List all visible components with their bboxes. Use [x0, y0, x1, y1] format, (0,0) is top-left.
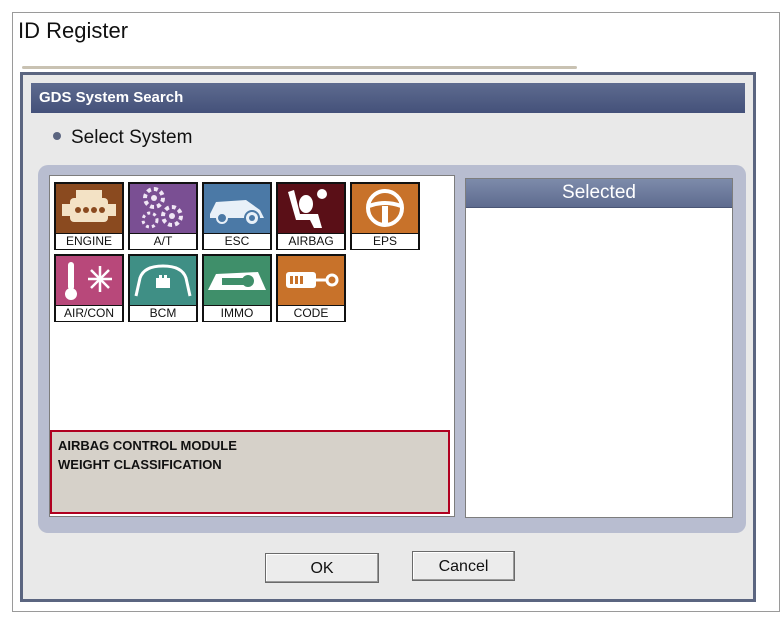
immobilizer-key-icon	[204, 256, 270, 305]
system-description-box: AIRBAG CONTROL MODULE WEIGHT CLASSIFICAT…	[50, 430, 450, 514]
system-label: AIRBAG	[278, 233, 344, 249]
system-at-button[interactable]: A/T	[128, 182, 198, 250]
tab-underline	[22, 66, 577, 69]
system-eps-button[interactable]: EPS	[350, 182, 420, 250]
air-conditioning-icon	[56, 256, 122, 305]
system-immo-button[interactable]: IMMO	[202, 254, 272, 322]
system-esc-button[interactable]: ESC	[202, 182, 272, 250]
system-label: ESC	[204, 233, 270, 249]
ok-button[interactable]: OK	[265, 553, 379, 583]
engine-icon	[56, 184, 122, 233]
system-engine-button[interactable]: ENGINE	[54, 182, 124, 250]
steering-wheel-icon	[352, 184, 418, 233]
system-airbag-button[interactable]: AIRBAG	[276, 182, 346, 250]
car-icon	[204, 184, 270, 233]
system-label: EPS	[352, 233, 418, 249]
system-label: IMMO	[204, 305, 270, 321]
system-aircon-button[interactable]: AIR/CON	[54, 254, 124, 322]
selected-header: Selected	[466, 179, 732, 208]
gears-icon	[130, 184, 196, 233]
system-label: BCM	[130, 305, 196, 321]
body-control-icon	[130, 256, 196, 305]
system-list: ENGINE A/T ESC AIRBAG EPS AIR/CON BCM IM…	[49, 175, 455, 517]
selected-systems-list[interactable]: Selected	[465, 178, 733, 518]
airbag-seat-icon	[278, 184, 344, 233]
cancel-button[interactable]: Cancel	[412, 551, 515, 581]
system-label: AIR/CON	[56, 305, 122, 321]
gds-system-search-dialog: GDS System Search Select System ENGINE A…	[20, 72, 756, 602]
key-fob-icon	[278, 256, 344, 305]
section-heading: Select System	[53, 127, 192, 149]
description-line: WEIGHT CLASSIFICATION	[58, 457, 222, 472]
system-code-button[interactable]: CODE	[276, 254, 346, 322]
section-label: Select System	[71, 127, 193, 148]
system-label: CODE	[278, 305, 344, 321]
system-label: A/T	[130, 233, 196, 249]
dialog-title: GDS System Search	[31, 83, 745, 113]
window-title: ID Register	[18, 18, 129, 43]
system-label: ENGINE	[56, 233, 122, 249]
bullet-icon	[53, 131, 61, 140]
description-line: AIRBAG CONTROL MODULE	[58, 438, 237, 453]
system-bcm-button[interactable]: BCM	[128, 254, 198, 322]
system-panel: ENGINE A/T ESC AIRBAG EPS AIR/CON BCM IM…	[38, 165, 746, 533]
